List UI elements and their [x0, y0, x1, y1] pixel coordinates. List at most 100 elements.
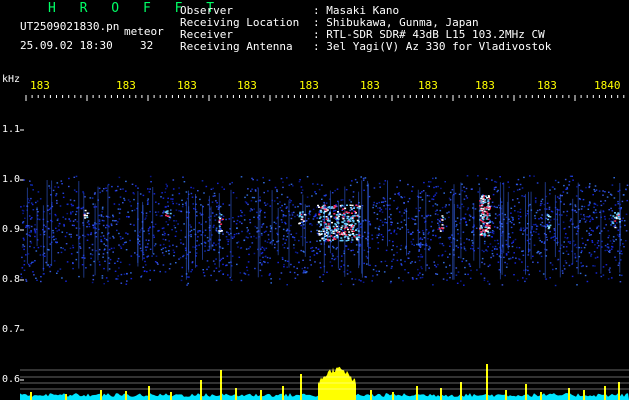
noise-dot: [457, 233, 459, 235]
noise-dot: [315, 213, 317, 215]
noise-dot: [381, 211, 384, 213]
noise-dot: [66, 212, 69, 215]
noise-dot: [296, 214, 299, 216]
noise-dot: [411, 190, 413, 192]
noise-dot: [602, 210, 605, 212]
noise-dot: [594, 185, 597, 187]
noise-dot: [463, 284, 465, 286]
noise-dot: [369, 247, 371, 249]
burst-dot: [441, 224, 444, 226]
burst-dot: [349, 204, 352, 206]
noise-dot: [421, 215, 423, 217]
burst-dot: [336, 236, 339, 239]
noise-dot: [336, 246, 338, 249]
noise-dot: [86, 221, 89, 224]
noise-dot: [27, 263, 30, 266]
noise-dot: [595, 272, 598, 274]
noise-dot: [373, 187, 376, 189]
noise-dot: [372, 268, 375, 271]
noise-dot: [455, 224, 458, 226]
noise-dot: [149, 269, 151, 272]
noise-dot: [71, 224, 74, 226]
noise-dot: [222, 215, 225, 217]
noise-dot: [491, 253, 494, 255]
noise-dot: [107, 280, 109, 282]
noise-dot: [555, 268, 557, 270]
noise-dot: [455, 220, 457, 222]
noise-dot: [519, 215, 522, 218]
noise-dot: [617, 190, 620, 193]
noise-dot: [477, 175, 479, 177]
burst-dot: [486, 214, 489, 217]
noise-dot: [203, 241, 206, 243]
noise-dot: [505, 243, 508, 246]
burst-dot: [348, 218, 351, 221]
noise-dot: [172, 249, 175, 251]
noise-dot: [30, 242, 33, 244]
noise-dot: [496, 253, 498, 255]
noise-dot: [437, 263, 439, 266]
noise-dot: [592, 265, 594, 267]
noise-dot: [355, 244, 358, 246]
noise-dot: [597, 225, 600, 227]
noise-dot: [537, 233, 540, 235]
burst-dot: [327, 223, 330, 225]
noise-dot: [129, 223, 132, 225]
noise-dot: [122, 202, 124, 204]
noise-dot: [352, 196, 355, 198]
burst-dot: [481, 216, 484, 218]
noise-dot: [28, 234, 30, 236]
noise-dot: [512, 199, 514, 201]
noise-dot: [566, 188, 569, 190]
noise-dot: [260, 275, 263, 277]
burst-dot: [324, 227, 327, 230]
noise-dot: [252, 178, 254, 181]
noise-dot: [407, 252, 410, 255]
noise-dot: [65, 243, 68, 245]
noise-dot: [48, 208, 51, 211]
noise-dot: [504, 261, 506, 264]
noise-dot: [139, 193, 142, 195]
noise-dot: [90, 233, 92, 236]
noise-dot: [434, 235, 437, 237]
noise-dot: [411, 261, 413, 263]
noise-dot: [522, 277, 524, 279]
noise-dot: [116, 229, 118, 232]
noise-dot: [392, 240, 394, 243]
noise-dot: [371, 238, 374, 240]
noise-dot: [539, 270, 541, 272]
noise-dot: [68, 233, 71, 236]
noise-dot: [617, 264, 620, 266]
noise-dot: [207, 266, 210, 268]
noise-dot: [574, 243, 577, 246]
noise-dot: [482, 225, 485, 227]
burst-dot: [339, 239, 342, 242]
spectrum-hump: [318, 366, 356, 400]
noise-dot: [110, 223, 113, 225]
noise-dot: [449, 245, 451, 247]
noise-dot: [427, 214, 430, 217]
noise-dot: [602, 194, 604, 196]
noise-dot: [532, 255, 534, 257]
noise-dot: [40, 276, 42, 278]
noise-dot: [108, 268, 111, 270]
noise-dot: [493, 226, 496, 228]
spectrum-peak: [618, 382, 620, 400]
noise-dot: [112, 251, 114, 253]
noise-dot: [238, 256, 241, 258]
noise-dot: [170, 209, 172, 211]
noise-dot: [149, 188, 151, 190]
noise-dot: [506, 263, 509, 265]
noise-dot: [70, 203, 73, 205]
noise-dot: [66, 232, 68, 234]
noise-dot: [260, 209, 262, 212]
noise-dot: [101, 208, 104, 210]
frequency-tick-marks: [25, 95, 625, 101]
noise-dot: [147, 228, 150, 230]
noise-dot: [593, 212, 596, 214]
noise-dot: [219, 205, 222, 208]
noise-dot: [369, 224, 372, 226]
noise-dot: [272, 239, 274, 242]
noise-dot: [91, 249, 94, 251]
noise-dot: [363, 249, 366, 251]
